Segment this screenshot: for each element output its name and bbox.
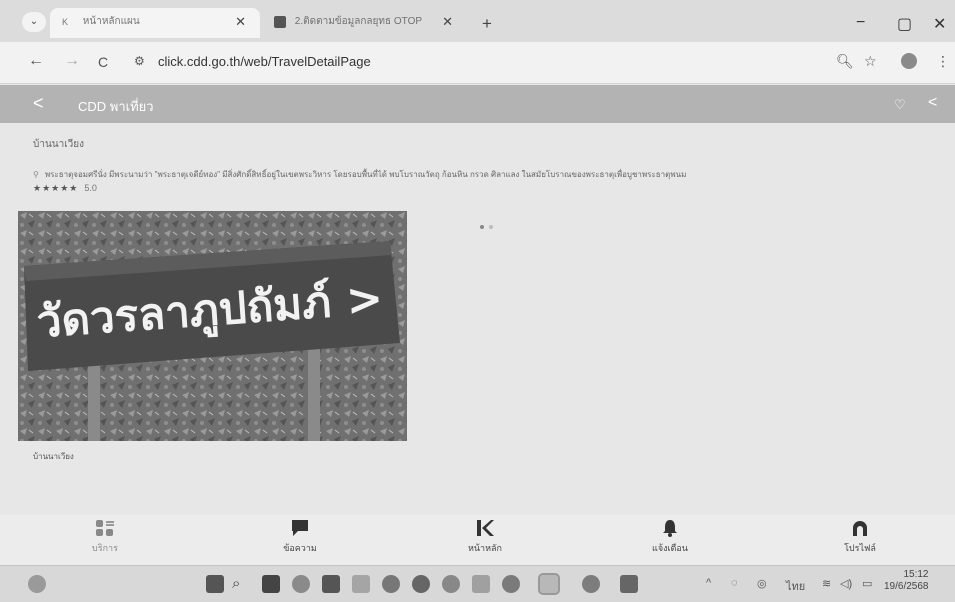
taskview-icon[interactable] xyxy=(262,575,280,593)
start-icon[interactable] xyxy=(206,575,224,593)
nav-label: แจ้งเตือน xyxy=(652,543,688,553)
app-icon[interactable] xyxy=(620,575,638,593)
star-icons: ★★★★★ xyxy=(33,183,79,193)
tab-search-button[interactable]: ⌄ xyxy=(22,12,46,32)
nav-label: บริการ xyxy=(92,543,118,553)
maximize-button[interactable]: ▢ xyxy=(897,14,912,34)
sheet-favicon-icon xyxy=(274,16,286,28)
tray-app-icon[interactable]: ◌ xyxy=(731,577,738,589)
close-window-button[interactable]: ✕ xyxy=(933,14,946,34)
app-icon[interactable] xyxy=(472,575,490,593)
back-button[interactable]: ← xyxy=(28,52,44,70)
bottom-nav: บริการ ข้อความ หน้าหลัก แจ้งเตือน โปรไฟล… xyxy=(0,515,955,565)
rating-value: 5.0 xyxy=(84,183,97,193)
travel-detail: บ้านนาเวียง ⚲ พระธาตุจอมศรีนั่ง มีพระนามว… xyxy=(0,123,955,515)
grid-icon xyxy=(96,520,114,536)
nav-services[interactable]: บริการ xyxy=(65,519,145,555)
favorite-heart-icon[interactable]: ♡ xyxy=(894,97,906,113)
date: 19/6/2568 xyxy=(884,581,929,592)
search-icon[interactable]: ⌕ xyxy=(232,575,250,593)
tab-inactive[interactable]: 2.ติดตามข้อมูลกลยุทธ OTOP ✕ xyxy=(262,8,467,38)
tab-active[interactable]: K หน้าหลักแผน ✕ xyxy=(50,8,260,38)
profile-avatar[interactable] xyxy=(901,53,917,69)
nav-profile[interactable]: โปรไฟล์ xyxy=(820,519,900,555)
chrome-icon[interactable] xyxy=(412,575,430,593)
nav-notifications[interactable]: แจ้งเตือน xyxy=(630,519,710,555)
location-pin-icon: ⚲ xyxy=(33,170,39,179)
app-icon[interactable] xyxy=(582,575,600,593)
chat-icon xyxy=(292,520,308,536)
address-bar[interactable]: click.cdd.go.th/web/TravelDetailPage xyxy=(158,54,371,69)
nav-label: หน้าหลัก xyxy=(467,543,503,553)
tab-title: 2.ติดตามข้อมูลกลยุทธ OTOP xyxy=(294,16,423,27)
tab-close-icon[interactable]: ✕ xyxy=(235,8,246,36)
volume-icon[interactable]: ◁) xyxy=(840,577,852,590)
time: 15:12 xyxy=(903,569,929,580)
profile-icon xyxy=(853,521,867,536)
nav-label: โปรไฟล์ xyxy=(844,543,876,553)
carousel-dot[interactable] xyxy=(489,225,493,229)
os-taskbar: ⌕ ^ ◌ ◎ ไทย ≋ ◁) ▭ 15:12 19/6/2568 xyxy=(0,565,955,602)
carousel-dots[interactable] xyxy=(480,216,498,234)
nav-home[interactable]: หน้าหลัก xyxy=(445,519,525,555)
app-icon[interactable] xyxy=(322,575,340,593)
minimize-button[interactable]: − xyxy=(856,14,865,32)
app-icon[interactable] xyxy=(442,575,460,593)
tray-overflow-icon[interactable]: ^ xyxy=(706,577,711,589)
edge-icon[interactable] xyxy=(382,575,400,593)
photo-caption: บ้านนาเวียง xyxy=(33,452,74,461)
tray-app-icon[interactable]: ◎ xyxy=(757,577,767,590)
app-icon[interactable] xyxy=(292,575,310,593)
tab-close-icon[interactable]: ✕ xyxy=(442,8,453,36)
place-description: ⚲ พระธาตุจอมศรีนั่ง มีพระนามว่า "พระธาตุเ… xyxy=(33,170,687,179)
k-favicon-icon: K xyxy=(62,17,69,27)
nav-label: ข้อความ xyxy=(283,543,317,553)
bookmark-star-icon[interactable]: ☆ xyxy=(864,53,877,70)
temple-sign-photo: วัดวรลาภูปถัมภ์ > xyxy=(18,211,407,441)
menu-kebab-icon[interactable]: ⋮ xyxy=(936,53,950,70)
app-icon[interactable] xyxy=(502,575,520,593)
wifi-icon[interactable]: ≋ xyxy=(822,577,831,590)
back-arrow-icon[interactable]: < xyxy=(33,93,44,114)
carousel-dot[interactable] xyxy=(480,225,484,229)
folder-icon[interactable] xyxy=(352,575,370,593)
browser-tab-strip: ⌄ K หน้าหลักแผน ✕ 2.ติดตามข้อมูลกลยุทธ O… xyxy=(0,0,955,42)
place-photo[interactable]: วัดวรลาภูปถัมภ์ > xyxy=(18,211,407,441)
browser-toolbar: ← → C ⚙ click.cdd.go.th/web/TravelDetail… xyxy=(0,42,955,84)
battery-icon[interactable]: ▭ xyxy=(862,577,872,590)
app-header: < CDD พาเที่ยว ♡ < xyxy=(0,85,955,123)
input-language[interactable]: ไทย xyxy=(786,577,805,595)
k-logo-icon xyxy=(477,520,494,536)
site-info-icon[interactable]: ⚙ xyxy=(134,54,145,68)
active-app-icon[interactable] xyxy=(538,573,560,595)
reload-button[interactable]: C xyxy=(98,54,108,70)
weather-icon[interactable] xyxy=(28,575,46,593)
page-title: CDD พาเที่ยว xyxy=(78,99,154,114)
clock[interactable]: 15:12 19/6/2568 xyxy=(884,569,929,593)
new-tab-button[interactable]: + xyxy=(482,14,492,34)
bell-icon xyxy=(663,520,677,537)
nav-messages[interactable]: ข้อความ xyxy=(260,519,340,555)
zoom-icon[interactable]: 🔍︎ xyxy=(836,53,854,70)
place-name: บ้านนาเวียง xyxy=(33,139,85,150)
forward-button[interactable]: → xyxy=(64,52,80,70)
tab-title: หน้าหลักแผน xyxy=(82,16,140,27)
rating: ★★★★★ 5.0 xyxy=(33,183,97,194)
share-icon[interactable]: < xyxy=(928,94,937,112)
